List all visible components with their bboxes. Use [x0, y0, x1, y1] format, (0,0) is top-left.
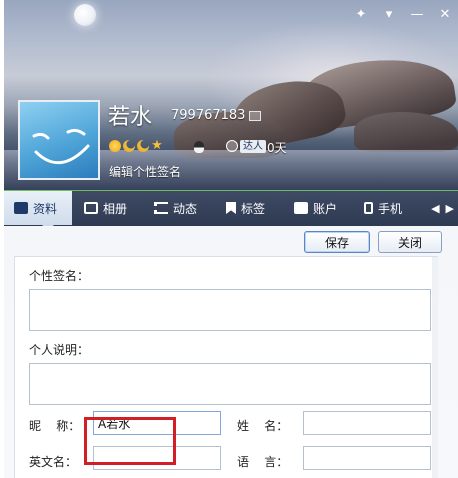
annotation-highlight-box	[84, 417, 176, 465]
tab-bar: 资料 相册 动态 标签 账户 手机 ◀ ▶	[4, 190, 458, 230]
description-field[interactable]	[29, 363, 431, 405]
english-name-label: 英文名：	[29, 455, 78, 469]
album-icon	[84, 202, 98, 214]
active-status-icon	[226, 140, 238, 152]
window-controls: ✦ ▾ — ✕	[354, 8, 452, 21]
tag-icon	[226, 202, 236, 214]
tab-label: 账户	[313, 201, 338, 216]
save-button[interactable]: 保存	[304, 231, 370, 253]
tab-feed[interactable]: 动态	[144, 191, 214, 225]
nickname-label: 昵 称：	[29, 419, 81, 433]
tab-label: 相册	[103, 201, 128, 216]
tab-label: 资料	[33, 201, 58, 216]
penguin-icon[interactable]	[194, 141, 204, 153]
tab-profile[interactable]: 资料	[4, 191, 72, 225]
signature-field[interactable]	[29, 289, 431, 331]
qq-number: 799767183	[171, 108, 246, 123]
signature-label: 个性签名：	[29, 269, 90, 283]
tab-account[interactable]: 账户	[284, 191, 354, 225]
close-icon[interactable]: ✕	[438, 8, 452, 21]
minimize-icon[interactable]: —	[410, 8, 424, 21]
tab-album[interactable]: 相册	[74, 191, 142, 225]
feed-icon	[154, 202, 168, 214]
tab-label: 动态	[173, 201, 198, 216]
name-label: 姓 名：	[237, 419, 289, 433]
smile-face-icon	[32, 128, 90, 165]
profile-icon	[14, 202, 28, 214]
tab-label: 手机	[378, 201, 403, 216]
moon-level-icon	[123, 140, 135, 152]
account-icon	[294, 202, 308, 214]
sun-level-icon	[109, 140, 121, 152]
description-label: 个人说明：	[29, 343, 90, 357]
moon-level-icon	[137, 140, 149, 152]
language-field[interactable]	[303, 446, 431, 470]
profile-header: ✦ ▾ — ✕ 若水 799767183 ★ 达人 0天 编辑个性签名	[4, 0, 458, 190]
profile-nickname: 若水	[108, 105, 153, 130]
profile-content: 保存 关闭 个性签名： 个人说明： 昵 称： A若水 姓 名： 英文名： 语 言…	[4, 226, 458, 478]
rock-decoration	[354, 112, 458, 152]
level-icons[interactable]: ★	[109, 138, 163, 153]
chevron-left-icon[interactable]: ◀	[431, 202, 439, 215]
tab-label: 标签	[241, 201, 266, 216]
edit-signature-link[interactable]: 编辑个性签名	[109, 163, 181, 180]
name-field[interactable]	[303, 411, 431, 435]
dropdown-icon[interactable]: ▾	[382, 8, 396, 21]
close-button[interactable]: 关闭	[378, 231, 442, 253]
active-badge[interactable]: 达人	[240, 140, 266, 153]
tab-phone[interactable]: 手机	[354, 191, 420, 225]
phone-icon	[364, 202, 373, 214]
active-days: 0天	[267, 141, 287, 155]
tab-tags[interactable]: 标签	[216, 191, 286, 225]
profile-form: 个性签名： 个人说明： 昵 称： A若水 姓 名： 英文名： 语 言：	[14, 256, 438, 478]
chevron-right-icon[interactable]: ▶	[446, 202, 454, 215]
scrollbar[interactable]	[432, 257, 438, 478]
language-label: 语 言：	[237, 455, 289, 469]
star-level-icon: ★	[151, 138, 163, 153]
avatar[interactable]	[18, 100, 100, 180]
copy-icon[interactable]	[249, 111, 261, 121]
tab-scroll: ◀ ▶	[431, 191, 454, 225]
skin-icon[interactable]: ✦	[354, 8, 368, 21]
moon-decoration	[74, 4, 96, 26]
